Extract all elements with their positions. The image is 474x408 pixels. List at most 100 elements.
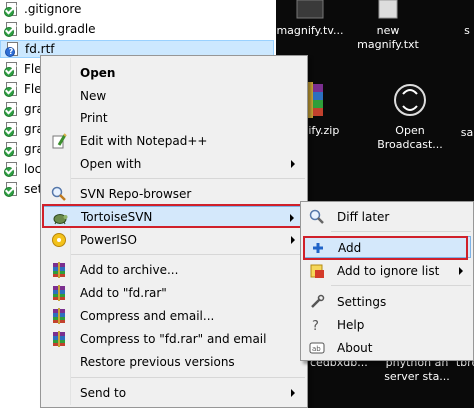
ignore-list-icon [309, 263, 325, 279]
menu-item-label: SVN Repo-browser [80, 187, 192, 201]
menu-item-label: Send to [80, 386, 127, 400]
notepad-plus-plus-icon [51, 133, 67, 149]
file-green-check-icon [4, 141, 19, 157]
file-green-check-icon [4, 121, 19, 137]
menu-item-add-to-archive[interactable]: Add to archive... [43, 259, 305, 281]
menu-item-label: Add to archive... [80, 263, 179, 277]
context-menu: Open New Print Edit with Notepad++ Open … [40, 55, 308, 408]
svg-text:?: ? [312, 319, 319, 333]
file-row[interactable]: loc [0, 160, 41, 178]
desktop-icon-label: s [464, 24, 470, 37]
menu-item-restore-previous[interactable]: Restore previous versions [43, 351, 305, 373]
add-highlight-box [303, 236, 468, 260]
file-row[interactable]: Fle [0, 80, 42, 98]
desktop-icon-label: sa [460, 126, 474, 139]
menu-item-svn-repo-browser[interactable]: SVN Repo-browser [43, 183, 305, 205]
file-row[interactable]: gra [0, 140, 44, 158]
file-green-check-icon [4, 61, 19, 77]
submenu-item-label: Settings [337, 295, 387, 309]
submenu-item-label: Add to ignore list [337, 264, 440, 278]
submenu-arrow-icon [459, 267, 463, 275]
svg-text:ab: ab [312, 345, 321, 353]
file-row[interactable]: Fle [0, 60, 42, 78]
file-blue-question-icon: ? [5, 41, 20, 57]
file-name: Fle [24, 82, 42, 96]
file-name: loc [24, 162, 42, 176]
obs-icon [393, 80, 427, 120]
menu-item-add-to-rar[interactable]: Add to "fd.rar" [43, 282, 305, 304]
diff-icon [309, 209, 325, 225]
settings-icon [309, 294, 325, 310]
file-row[interactable]: .gitignore [0, 0, 81, 18]
menu-item-open[interactable]: Open [43, 62, 305, 84]
menu-item-label: Compress and email... [80, 309, 215, 323]
menu-separator [71, 377, 305, 378]
desktop-icon[interactable]: s [452, 24, 474, 38]
menu-item-poweriso[interactable]: PowerISO [43, 229, 305, 251]
menu-item-label: Print [80, 111, 108, 125]
winrar-icon [51, 308, 67, 324]
file-green-check-icon [4, 81, 19, 97]
file-name: fd.rtf [25, 42, 55, 56]
desktop-icon[interactable]: sa [452, 126, 474, 140]
submenu-arrow-icon [291, 389, 295, 397]
submenu-item-help[interactable]: ? Help [303, 314, 471, 336]
file-green-check-icon [4, 181, 19, 197]
menu-item-edit-notepad[interactable]: Edit with Notepad++ [43, 130, 305, 152]
menu-item-label: PowerISO [80, 233, 137, 247]
menu-item-print[interactable]: Print [43, 107, 305, 129]
file-row[interactable]: build.gradle [0, 20, 96, 38]
text-file-icon [371, 0, 405, 20]
help-icon: ? [309, 317, 325, 334]
submenu-item-diff-later[interactable]: Diff later [303, 206, 471, 228]
file-green-check-icon [4, 101, 19, 117]
repo-browser-icon [51, 186, 67, 202]
menu-separator [71, 254, 305, 255]
video-file-icon [293, 0, 327, 20]
file-green-check-icon [4, 21, 19, 37]
menu-separator [71, 178, 305, 179]
desktop-icon-label: Open Broadcast... [377, 124, 443, 151]
menu-item-new[interactable]: New [43, 85, 305, 107]
winrar-icon [51, 262, 67, 278]
about-icon: ab [309, 340, 325, 356]
tortoisesvn-highlight-box [42, 204, 302, 228]
menu-item-label: Add to "fd.rar" [80, 286, 167, 300]
winrar-icon [51, 285, 67, 301]
menu-item-compress-email[interactable]: Compress and email... [43, 305, 305, 327]
submenu-arrow-icon [291, 160, 295, 168]
menu-item-compress-to-rar-email[interactable]: Compress to "fd.rar" and email [43, 328, 305, 350]
menu-item-label: Compress to "fd.rar" and email [80, 332, 267, 346]
menu-item-label: Restore previous versions [80, 355, 235, 369]
desktop-icon[interactable]: Open Broadcast... [370, 80, 450, 152]
file-row[interactable]: gra [0, 100, 44, 118]
menu-item-send-to[interactable]: Send to [43, 382, 305, 404]
submenu-item-about[interactable]: ab About [303, 337, 471, 359]
menu-separator [331, 231, 471, 232]
file-green-check-icon [4, 161, 19, 177]
winrar-icon [51, 331, 67, 347]
file-name: build.gradle [24, 22, 96, 36]
desktop-icon[interactable]: new magnify.txt [352, 0, 424, 52]
tortoisesvn-submenu: Diff later Add Add to ignore list Settin… [300, 201, 474, 361]
menu-item-label: New [80, 89, 107, 103]
menu-item-label: Open [80, 66, 116, 80]
poweriso-icon [51, 232, 67, 248]
file-name: Fle [24, 62, 42, 76]
submenu-item-label: Diff later [337, 210, 390, 224]
desktop-icon-label: magnify.tv... [276, 24, 344, 37]
menu-item-label: Edit with Notepad++ [80, 134, 208, 148]
menu-item-label: Open with [80, 157, 142, 171]
desktop-icon[interactable]: magnify.tv... [272, 0, 348, 38]
submenu-item-settings[interactable]: Settings [303, 291, 471, 313]
menu-item-open-with[interactable]: Open with [43, 153, 305, 175]
submenu-arrow-icon [291, 236, 295, 244]
submenu-item-add-ignore[interactable]: Add to ignore list [303, 260, 471, 282]
submenu-item-label: Help [337, 318, 365, 332]
desktop-icon-label: new magnify.txt [357, 24, 419, 51]
file-name: .gitignore [24, 2, 82, 16]
menu-separator [331, 285, 471, 286]
submenu-item-label: About [337, 341, 373, 355]
file-row[interactable]: gra [0, 120, 44, 138]
file-row[interactable]: set [0, 180, 42, 198]
